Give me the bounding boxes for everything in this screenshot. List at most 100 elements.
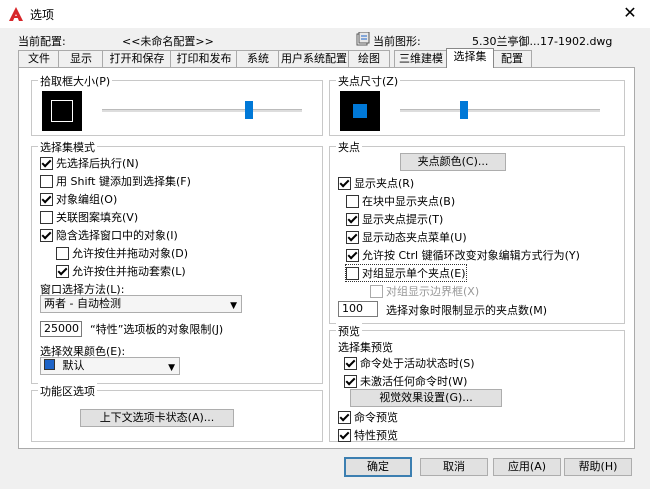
property-preview-checkbox[interactable]: 特性预览 (338, 427, 398, 443)
ctrl-cycling-checkbox[interactable]: 允许按 Ctrl 键循环改变对象编辑方式行为(Y) (346, 247, 580, 263)
checkbox-box (370, 284, 383, 298)
command-active-checkbox[interactable]: 命令处于活动状态时(S) (344, 355, 475, 371)
pickbox-slider-track[interactable] (102, 109, 302, 112)
tab-profiles[interactable]: 配置 (492, 50, 532, 67)
checkbox-label: 允许按住并拖动套索(L) (72, 265, 186, 278)
checkbox-label: 先选择后执行(N) (56, 157, 139, 170)
implied-windowing-checkbox[interactable]: 隐含选择窗口中的对象(I) (40, 227, 178, 243)
current-drawing-label: 当前图形: (373, 35, 421, 48)
shift-add-checkbox[interactable]: 用 Shift 键添加到选择集(F) (40, 173, 191, 189)
color-swatch (44, 359, 55, 370)
contextual-tab-states-button[interactable]: 上下文选项卡状态(A)... (80, 409, 234, 427)
tab-display[interactable]: 显示 (58, 50, 104, 67)
help-button[interactable]: 帮助(H) (564, 458, 632, 476)
object-grouping-checkbox[interactable]: 对象编组(O) (40, 191, 117, 207)
checkbox-label: 命令处于活动状态时(S) (360, 357, 475, 370)
checkbox-label: 允许按住并拖动对象(D) (72, 247, 189, 260)
checkbox-box[interactable] (40, 228, 53, 242)
ok-button[interactable]: 确定 (344, 457, 412, 477)
effect-color-value: 默认 (62, 359, 85, 372)
checkbox-box[interactable] (40, 174, 53, 188)
checkbox-label: 允许按 Ctrl 键循环改变对象编辑方式行为(Y) (362, 249, 580, 262)
checkbox-box[interactable] (344, 356, 357, 370)
checkbox-box[interactable] (40, 210, 53, 224)
preview-title: 预览 (336, 323, 362, 339)
pickbox-slider-thumb[interactable] (245, 101, 253, 119)
single-grip-groups-checkbox[interactable]: 对组显示单个夹点(E) (345, 264, 467, 282)
pickbox-size-title: 拾取框大小(P) (38, 73, 113, 89)
selection-modes-title: 选择集模式 (38, 139, 97, 155)
checkbox-label: 隐含选择窗口中的对象(I) (56, 229, 178, 242)
pickbox-preview (42, 91, 82, 131)
checkbox-label: 在块中显示夹点(B) (362, 195, 456, 208)
grip-slider-thumb[interactable] (460, 101, 468, 119)
checkbox-label: 命令预览 (354, 411, 398, 424)
chevron-down-icon: ▼ (230, 301, 237, 311)
checkbox-box[interactable] (40, 156, 53, 170)
cancel-button[interactable]: 取消 (420, 458, 488, 476)
tab-3d-modeling[interactable]: 三维建模 (394, 50, 448, 67)
autocad-logo-icon (9, 7, 23, 21)
tab-files[interactable]: 文件 (18, 50, 60, 67)
checkbox-label: 显示动态夹点菜单(U) (362, 231, 467, 244)
checkbox-box[interactable] (56, 264, 69, 278)
press-drag-object-checkbox[interactable]: 允许按住并拖动对象(D) (56, 245, 188, 261)
tab-selection[interactable]: 选择集 (446, 48, 494, 68)
dynamic-grip-menu-checkbox[interactable]: 显示动态夹点菜单(U) (346, 229, 467, 245)
checkbox-box[interactable] (346, 230, 359, 244)
checkbox-label: 显示夹点提示(T) (362, 213, 444, 226)
ribbon-options-title: 功能区选项 (38, 383, 97, 399)
checkbox-label: 对组显示边界框(X) (386, 285, 480, 298)
tab-user-preferences[interactable]: 用户系统配置 (278, 50, 350, 67)
grip-size-group: 夹点尺寸(Z) (329, 73, 625, 136)
tab-system[interactable]: 系统 (236, 50, 280, 67)
grip-limit-label: 选择对象时限制显示的夹点数(M) (386, 304, 548, 317)
grips-title: 夹点 (336, 139, 362, 155)
visual-effect-settings-button[interactable]: 视觉效果设置(G)... (350, 389, 502, 407)
checkbox-label: 特性预览 (354, 429, 398, 442)
checkbox-box[interactable] (338, 428, 351, 442)
no-command-checkbox[interactable]: 未激活任何命令时(W) (344, 373, 467, 389)
checkbox-box[interactable] (56, 246, 69, 260)
grip-slider-track[interactable] (400, 109, 600, 112)
window-method-value: 两者 - 自动检测 (44, 297, 121, 310)
grips-group: 夹点 夹点颜色(C)... 显示夹点(R) 在块中显示夹点(B) 显示夹点提示(… (329, 139, 625, 324)
grip-size-title: 夹点尺寸(Z) (336, 73, 401, 89)
grip-colors-button[interactable]: 夹点颜色(C)... (400, 153, 506, 171)
tab-plot-publish[interactable]: 打印和发布 (170, 50, 238, 67)
checkbox-label: 显示夹点(R) (354, 177, 415, 190)
tab-drafting[interactable]: 绘图 (348, 50, 390, 67)
grip-tips-checkbox[interactable]: 显示夹点提示(T) (346, 211, 443, 227)
tab-open-save[interactable]: 打开和保存 (102, 50, 172, 67)
show-grips-checkbox[interactable]: 显示夹点(R) (338, 175, 414, 191)
grip-limit-input[interactable]: 100 (338, 301, 378, 317)
command-preview-checkbox[interactable]: 命令预览 (338, 409, 398, 425)
checkbox-box[interactable] (346, 266, 359, 280)
grips-in-blocks-checkbox[interactable]: 在块中显示夹点(B) (346, 193, 455, 209)
current-drawing-value: 5.30兰亭御...17-1902.dwg (472, 35, 613, 48)
property-limit-label: “特性”选项板的对象限制(J) (90, 323, 224, 336)
bounding-box-groups-checkbox: 对组显示边界框(X) (370, 283, 479, 299)
checkbox-box[interactable] (338, 176, 351, 190)
tab-bar: 文件 显示 打开和保存 打印和发布 系统 用户系统配置 绘图 三维建模 选择集 … (18, 48, 633, 68)
checkbox-box[interactable] (346, 194, 359, 208)
checkbox-box[interactable] (346, 248, 359, 262)
close-icon[interactable]: ✕ (618, 2, 642, 24)
press-drag-lasso-checkbox[interactable]: 允许按住并拖动套索(L) (56, 263, 186, 279)
checkbox-label: 用 Shift 键添加到选择集(F) (56, 175, 191, 188)
checkbox-box[interactable] (40, 192, 53, 206)
window-method-select[interactable]: 两者 - 自动检测 ▼ (40, 295, 242, 313)
pickbox-size-group: 拾取框大小(P) (31, 73, 323, 136)
associative-hatch-checkbox[interactable]: 关联图案填充(V) (40, 209, 138, 225)
selection-modes-group: 选择集模式 先选择后执行(N) 用 Shift 键添加到选择集(F) 对象编组(… (31, 139, 323, 384)
checkbox-label: 对象编组(O) (56, 193, 118, 206)
chevron-down-icon: ▼ (168, 363, 175, 373)
checkbox-box[interactable] (338, 410, 351, 424)
checkbox-box[interactable] (346, 212, 359, 226)
property-limit-input[interactable]: 25000 (40, 321, 82, 337)
noun-verb-selection-checkbox[interactable]: 先选择后执行(N) (40, 155, 139, 171)
apply-button[interactable]: 应用(A) (493, 458, 561, 476)
checkbox-box[interactable] (344, 374, 357, 388)
title-bar (0, 0, 650, 28)
effect-color-select[interactable]: 默认 ▼ (40, 357, 180, 375)
